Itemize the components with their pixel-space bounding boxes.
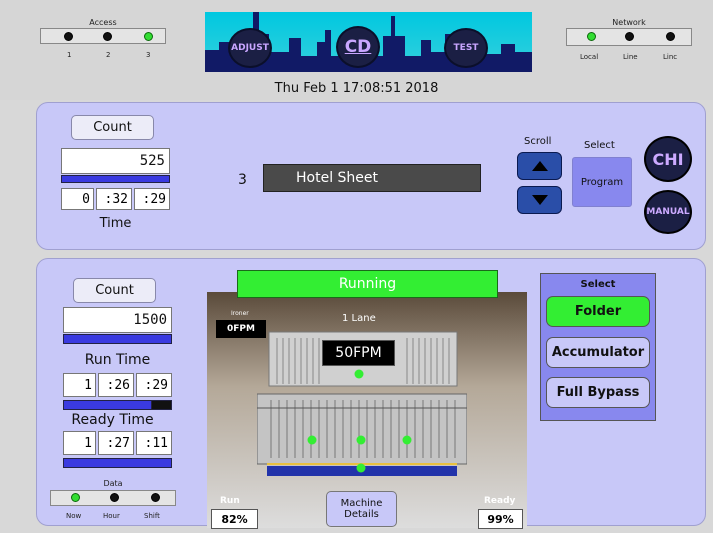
network-label-local: Local (580, 53, 599, 61)
ready-time-display: 1 :27 :11 (63, 431, 172, 455)
program-time-hours: 0 (61, 188, 94, 210)
folder-speed: 50FPM (322, 340, 395, 366)
access-lamp-3 (144, 32, 153, 41)
program-count-value: 525 (61, 148, 170, 174)
program-time-label: Time (99, 216, 132, 231)
ready-time-minutes: :27 (98, 431, 134, 455)
arrow-down-icon (531, 195, 548, 205)
network-label-linc: Linc (663, 53, 678, 61)
ready-time-seconds: :11 (136, 431, 172, 455)
access-label-2: 2 (106, 51, 111, 59)
run-time-label: Run Time (84, 352, 151, 368)
machine-count-button[interactable]: Count (73, 278, 156, 303)
data-lamp-shift (151, 493, 160, 502)
data-label-hour: Hour (103, 512, 120, 520)
arrow-up-icon (531, 161, 548, 171)
ready-percent: 99% (478, 509, 523, 529)
machine-details-button[interactable]: Machine Details (326, 491, 397, 527)
machine-count-value: 1500 (63, 307, 172, 333)
program-time-minutes: :32 (96, 188, 132, 210)
cd-button[interactable]: CD (336, 26, 380, 68)
program-button[interactable]: Program (572, 157, 632, 207)
run-time-bar (63, 400, 152, 410)
machine-count-bar (63, 334, 172, 344)
run-time-minutes: :26 (98, 373, 134, 397)
network-title: Network (612, 18, 646, 27)
data-lamp-hour (110, 493, 119, 502)
data-label-shift: Shift (144, 512, 160, 520)
status-banner: Running (237, 270, 498, 298)
run-percent: 82% (211, 509, 258, 529)
adjust-button[interactable]: ADJUST (228, 28, 272, 68)
access-label-3: 3 (146, 51, 151, 59)
program-time-display: 0 :32 :29 (61, 188, 170, 210)
datetime-display: Thu Feb 1 17:08:51 2018 (274, 81, 439, 96)
access-lamp-1 (64, 32, 73, 41)
network-lamp-linc (666, 32, 675, 41)
mode-select-title: Select (580, 279, 616, 290)
program-count-button[interactable]: Count (71, 115, 154, 140)
lane-label: 1 Lane (342, 313, 376, 324)
chi-button[interactable]: CHI (644, 136, 692, 182)
scroll-down-button[interactable] (517, 186, 562, 214)
data-title: Data (103, 479, 123, 488)
program-select-label: Select (584, 140, 615, 151)
mode-folder-button[interactable]: Folder (546, 296, 650, 327)
manual-button[interactable]: MANUAL (644, 190, 692, 234)
ironer-label: Ironer (231, 310, 249, 317)
run-label: Run (220, 496, 240, 506)
program-number: 3 (238, 172, 247, 188)
scroll-up-button[interactable] (517, 152, 562, 180)
program-name-field[interactable]: Hotel Sheet (263, 164, 481, 192)
access-label-1: 1 (67, 51, 72, 59)
data-label-now: Now (66, 512, 82, 520)
network-label-line: Line (623, 53, 638, 61)
data-lamp-now (71, 493, 80, 502)
network-lamp-local (587, 32, 596, 41)
mode-full-bypass-button[interactable]: Full Bypass (546, 377, 650, 408)
ready-time-hours: 1 (63, 431, 96, 455)
run-time-display: 1 :26 :29 (63, 373, 172, 397)
run-time-hours: 1 (63, 373, 96, 397)
run-time-seconds: :29 (136, 373, 172, 397)
test-button[interactable]: TEST (444, 28, 488, 68)
network-lamp-line (625, 32, 634, 41)
ready-time-label: Ready Time (71, 412, 154, 428)
program-name: Hotel Sheet (296, 170, 379, 186)
program-count-bar (61, 175, 170, 183)
scroll-label: Scroll (524, 136, 552, 147)
ready-time-bar (63, 458, 172, 468)
access-lamp-2 (103, 32, 112, 41)
program-time-seconds: :29 (134, 188, 170, 210)
mode-accumulator-button[interactable]: Accumulator (546, 337, 650, 368)
ready-label: Ready (484, 496, 516, 506)
access-title: Access (89, 18, 117, 27)
